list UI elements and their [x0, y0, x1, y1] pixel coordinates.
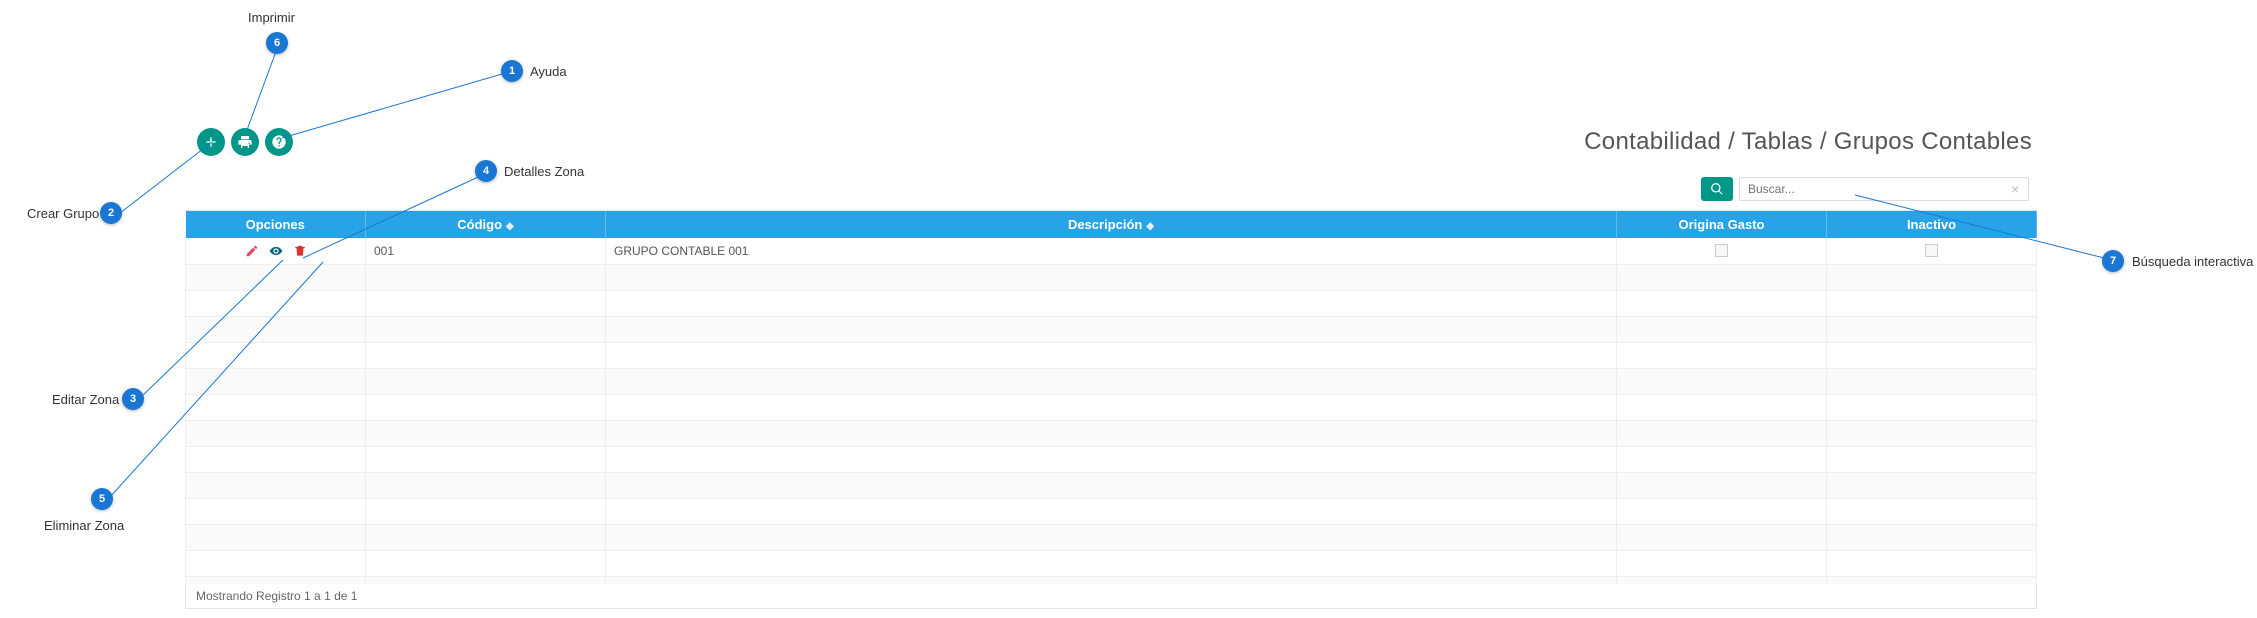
- plus-icon: [203, 134, 219, 150]
- data-grid: Opciones Código ◆ Descripción ◆ Origina Ga…: [185, 210, 2037, 603]
- callout-3-label: Editar Zona: [52, 392, 119, 407]
- cell-origina-gasto-checkbox[interactable]: [1715, 244, 1728, 257]
- callout-1-label: Ayuda: [530, 64, 567, 79]
- sort-icon: ◆: [506, 221, 514, 232]
- callout-5-label: Eliminar Zona: [44, 518, 124, 533]
- col-header-inactivo[interactable]: Inactivo: [1827, 211, 2037, 238]
- table-row-empty: [186, 264, 2037, 290]
- callout-2: 2: [100, 202, 122, 224]
- table-row-empty: [186, 550, 2037, 576]
- search-button[interactable]: [1701, 177, 1733, 201]
- table-row[interactable]: 001GRUPO CONTABLE 001: [186, 238, 2037, 264]
- callout-1: 1: [501, 60, 523, 82]
- callout-4-label: Detalles Zona: [504, 164, 584, 179]
- col-header-descripcion-label: Descripción: [1068, 217, 1142, 232]
- search-input[interactable]: [1739, 177, 2029, 201]
- print-button[interactable]: [231, 128, 259, 156]
- table-row-empty: [186, 524, 2037, 550]
- view-row-button[interactable]: [269, 244, 283, 258]
- callout-6-label: Imprimir: [248, 10, 295, 25]
- col-header-origina-gasto[interactable]: Origina Gasto: [1617, 211, 1827, 238]
- table-row-empty: [186, 394, 2037, 420]
- table-row-empty: [186, 472, 2037, 498]
- col-header-opciones[interactable]: Opciones: [186, 211, 366, 238]
- table-row-empty: [186, 420, 2037, 446]
- callout-7-label: Búsqueda interactiva: [2132, 254, 2253, 269]
- callout-6: 6: [266, 32, 288, 54]
- table-row-empty: [186, 316, 2037, 342]
- delete-row-button[interactable]: [293, 244, 307, 258]
- callout-2-label: Crear Grupo: [27, 206, 99, 221]
- edit-row-button[interactable]: [245, 244, 259, 258]
- table-row-empty: [186, 342, 2037, 368]
- help-button[interactable]: [265, 128, 293, 156]
- create-group-button[interactable]: [197, 128, 225, 156]
- table-row-empty: [186, 498, 2037, 524]
- search-icon: [1710, 182, 1724, 196]
- cell-codigo: 001: [366, 238, 606, 264]
- table-row-empty: [186, 368, 2037, 394]
- col-header-inactivo-label: Inactivo: [1907, 217, 1956, 232]
- grid-footer: Mostrando Registro 1 a 1 de 1: [185, 584, 2037, 609]
- callout-3: 3: [122, 388, 144, 410]
- sort-icon: ◆: [1146, 221, 1154, 232]
- breadcrumb: Contabilidad / Tablas / Grupos Contables: [1584, 128, 2032, 156]
- callout-5: 5: [91, 488, 113, 510]
- cell-inactivo-checkbox[interactable]: [1925, 244, 1938, 257]
- table-row-empty: [186, 446, 2037, 472]
- cell-descripcion: GRUPO CONTABLE 001: [606, 238, 1617, 264]
- col-header-codigo[interactable]: Código ◆: [366, 211, 606, 238]
- callout-7: 7: [2102, 250, 2124, 272]
- col-header-descripcion[interactable]: Descripción ◆: [606, 211, 1617, 238]
- col-header-opciones-label: Opciones: [246, 217, 305, 232]
- table-row-empty: [186, 290, 2037, 316]
- question-icon: [271, 134, 287, 150]
- callout-4: 4: [475, 160, 497, 182]
- print-icon: [237, 134, 253, 150]
- col-header-origina-gasto-label: Origina Gasto: [1679, 217, 1765, 232]
- col-header-codigo-label: Código: [457, 217, 502, 232]
